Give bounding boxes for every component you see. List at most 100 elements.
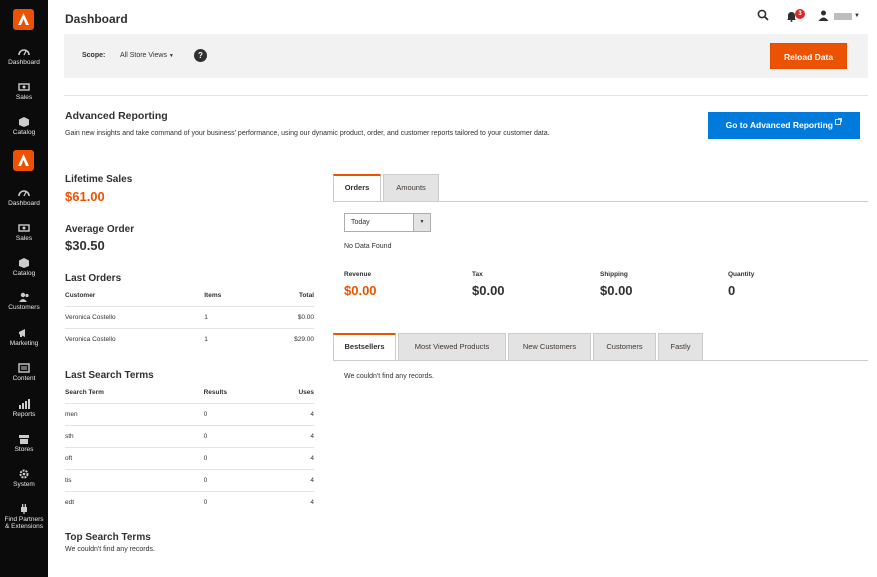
nav-stores[interactable]: Stores — [0, 434, 48, 453]
lifetime-sales-value: $61.00 — [65, 189, 105, 204]
magento-logo-icon[interactable] — [13, 150, 34, 171]
scope-switcher[interactable]: All Store Views ▼ — [120, 52, 174, 59]
reports-icon — [19, 399, 30, 409]
last-search-terms-table: Search Term Results Uses men 0 4 sth 0 4… — [65, 383, 314, 513]
nav-catalog[interactable]: Catalog — [0, 258, 48, 277]
admin-sidebar: Dashboard Sales Catalog Dashboard Sales … — [0, 0, 48, 577]
table-row[interactable]: oft 0 4 — [65, 446, 314, 469]
cell: 4 — [258, 446, 314, 469]
cell: $29.00 — [259, 327, 314, 350]
nav-reports[interactable]: Reports — [0, 399, 48, 418]
cell: 0 — [203, 424, 259, 447]
cell: oft — [65, 446, 204, 469]
divider — [333, 201, 868, 202]
nav-dashboard[interactable]: Dashboard — [0, 47, 48, 66]
nav-label: Sales — [15, 235, 33, 242]
page-title: Dashboard — [65, 12, 128, 26]
tab-customers[interactable]: Customers — [593, 333, 656, 360]
cell: 4 — [258, 490, 314, 513]
nav-label: Stores — [14, 446, 34, 453]
nav-label: & Extensions — [5, 523, 43, 530]
nav-label: Dashboard — [8, 200, 40, 207]
search-icon[interactable] — [757, 9, 769, 21]
quantity-value: 0 — [728, 283, 736, 298]
cell: edt — [65, 490, 204, 513]
help-icon[interactable]: ? — [194, 49, 207, 62]
dashboard-icon — [18, 190, 30, 197]
top-search-empty: We couldn't find any records. — [65, 546, 155, 553]
chevron-down-icon: ▼ — [168, 53, 174, 59]
scope-bar: Scope: All Store Views ▼ ? Reload Data — [64, 34, 868, 78]
tab-most-viewed-products[interactable]: Most Viewed Products — [398, 333, 506, 360]
extensions-icon — [21, 504, 27, 514]
nav-label: Catalog — [12, 129, 36, 136]
nav-content[interactable]: Content — [0, 363, 48, 382]
nav-label: Reports — [12, 411, 36, 418]
nav-find-partners[interactable]: Find Partners & Extensions — [0, 504, 48, 530]
nav-sales[interactable]: Sales — [0, 223, 48, 242]
nav-label: Dashboard — [8, 59, 40, 66]
nav-label: Marketing — [9, 340, 39, 347]
tab-fastly[interactable]: Fastly — [658, 333, 703, 360]
chevron-down-icon[interactable]: ▼ — [854, 13, 860, 19]
scope-value: All Store Views — [120, 52, 167, 59]
tab-bestsellers[interactable]: Bestsellers — [333, 333, 396, 360]
dashboard-icon — [18, 49, 30, 56]
nav-marketing[interactable]: Marketing — [0, 328, 48, 347]
table-row[interactable]: men 0 4 — [65, 402, 314, 425]
tax-value: $0.00 — [472, 283, 505, 298]
reload-data-button[interactable]: Reload Data — [770, 43, 847, 69]
magento-logo-icon[interactable] — [13, 9, 34, 30]
content-icon — [18, 363, 30, 373]
catalog-icon — [19, 258, 29, 268]
cell: $0.00 — [259, 305, 314, 328]
nav-label: Content — [12, 375, 36, 382]
table-row[interactable]: tis 0 4 — [65, 468, 314, 491]
period-value: Today — [351, 219, 370, 226]
average-order-value: $30.50 — [65, 238, 105, 253]
notification-badge[interactable]: 3 — [795, 9, 805, 19]
lifetime-sales-label: Lifetime Sales — [65, 174, 133, 185]
nav-system[interactable]: System — [0, 469, 48, 488]
period-select[interactable]: Today ▼ — [344, 213, 431, 232]
nav-dashboard[interactable]: Dashboard — [0, 188, 48, 207]
cell: sth — [65, 424, 204, 447]
nav-label: Find Partners — [4, 516, 44, 523]
cell: 0 — [203, 490, 259, 513]
column-header: Items — [204, 292, 222, 300]
cell: 1 — [204, 327, 260, 350]
nav-sales[interactable]: Sales — [0, 82, 48, 101]
last-orders-title: Last Orders — [65, 273, 122, 284]
column-header: Search Term — [65, 389, 104, 397]
user-icon[interactable] — [818, 10, 829, 21]
table-row[interactable]: sth 0 4 — [65, 424, 314, 447]
nav-label: Customers — [8, 304, 40, 311]
main-content: Dashboard 3 ▼ Scope: All Store Views ▼ ?… — [48, 0, 877, 577]
table-row[interactable]: Veronica Costello 1 $29.00 — [65, 327, 314, 350]
nav-catalog[interactable]: Catalog — [0, 117, 48, 136]
nav-label: Catalog — [12, 270, 36, 277]
nav-label: System — [13, 481, 35, 488]
table-row[interactable]: edt 0 4 — [65, 490, 314, 513]
tab-new-customers[interactable]: New Customers — [508, 333, 591, 360]
user-name[interactable] — [834, 13, 852, 20]
cell: 0 — [203, 468, 259, 491]
cell: 4 — [258, 468, 314, 491]
advanced-reporting-description: Gain new insights and take command of yo… — [65, 130, 550, 137]
cell: 4 — [258, 424, 314, 447]
catalog-icon — [19, 117, 29, 127]
last-orders-table: Customer Items Total Veronica Costello 1… — [65, 286, 314, 350]
tax-label: Tax — [472, 271, 483, 278]
cell: Veronica Costello — [65, 305, 205, 328]
marketing-icon — [19, 329, 25, 337]
average-order-label: Average Order — [65, 224, 135, 235]
tab-orders[interactable]: Orders — [333, 174, 381, 201]
column-header: Uses — [298, 389, 314, 397]
advanced-reporting-button[interactable]: Go to Advanced Reporting — [708, 112, 860, 139]
divider — [333, 360, 868, 361]
grid-empty-message: We couldn't find any records. — [344, 373, 434, 380]
column-header: Results — [203, 389, 228, 397]
nav-customers[interactable]: Customers — [0, 292, 48, 311]
tab-amounts[interactable]: Amounts — [383, 174, 439, 201]
table-row[interactable]: Veronica Costello 1 $0.00 — [65, 305, 314, 328]
